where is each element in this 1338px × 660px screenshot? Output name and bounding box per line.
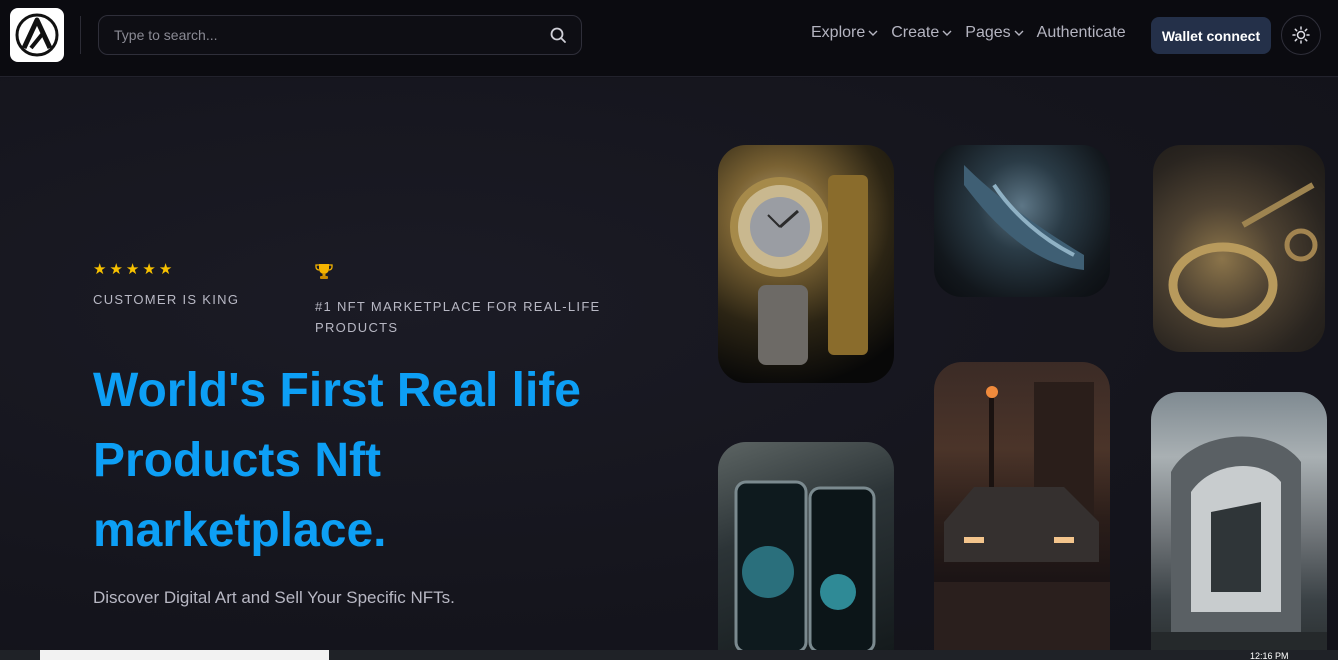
top-header: Explore Create Pages Authenticate Wallet…	[0, 0, 1338, 77]
nav-create[interactable]: Create	[891, 24, 952, 42]
header-divider	[80, 16, 81, 54]
nav-authenticate[interactable]: Authenticate	[1037, 24, 1126, 42]
marketplace-badge: #1 NFT MARKETPLACE FOR REAL-LIFE PRODUCT…	[315, 262, 635, 338]
taskbar-search-area[interactable]	[40, 650, 329, 660]
smartphone-illustration	[734, 480, 876, 652]
search-input[interactable]	[99, 16, 539, 54]
customer-badge: ★ ★ ★ ★ ★ CUSTOMER IS KING	[93, 262, 253, 310]
star-rating-icon: ★ ★ ★ ★ ★	[93, 262, 253, 278]
watch-illustration	[730, 175, 868, 365]
hero-title: World's First Real life Products Nft mar…	[93, 364, 581, 557]
nav-create-label: Create	[891, 24, 940, 41]
nav-pages-label: Pages	[965, 24, 1011, 41]
taskbar-clock: 12:16 PM	[1250, 651, 1289, 660]
logo-icon	[15, 13, 59, 57]
star-icon: ★	[93, 261, 107, 278]
trophy-icon	[315, 264, 333, 279]
sneaker-illustration	[964, 165, 1084, 270]
muscle-car-image[interactable]	[934, 362, 1110, 652]
wallet-connect-button[interactable]: Wallet connect	[1151, 17, 1271, 54]
nav-pages[interactable]: Pages	[965, 24, 1024, 42]
main-nav: Explore Create Pages Authenticate	[811, 24, 1126, 42]
star-icon: ★	[158, 261, 173, 278]
star-icon: ★	[125, 261, 140, 278]
car-illustration	[934, 382, 1110, 652]
theme-toggle-button[interactable]	[1281, 15, 1321, 55]
nav-explore-label: Explore	[811, 24, 866, 41]
smartphone-image[interactable]	[718, 442, 894, 652]
chevron-down-icon	[942, 30, 952, 36]
chevron-down-icon	[868, 30, 878, 36]
luxury-watch-image[interactable]	[718, 145, 894, 383]
marketplace-badge-text: #1 NFT MARKETPLACE FOR REAL-LIFE PRODUCT…	[315, 299, 601, 335]
customer-badge-text: CUSTOMER IS KING	[93, 292, 240, 307]
os-taskbar: 12:16 PM	[0, 650, 1338, 660]
hero-section: ★ ★ ★ ★ ★ CUSTOMER IS KING #1 NFT MARKET…	[0, 78, 1338, 650]
jewelry-illustration	[1168, 182, 1318, 328]
search-box	[98, 15, 582, 55]
search-icon[interactable]	[549, 26, 567, 44]
brand-logo[interactable]	[10, 8, 64, 62]
nav-authenticate-label: Authenticate	[1036, 24, 1126, 41]
modern-building-image[interactable]	[1151, 392, 1327, 652]
hero-subtitle: Discover Digital Art and Sell Your Speci…	[93, 588, 455, 607]
chevron-down-icon	[1014, 30, 1024, 36]
sun-icon	[1292, 26, 1310, 44]
star-icon: ★	[142, 261, 156, 278]
gold-jewelry-image[interactable]	[1153, 145, 1325, 352]
building-illustration	[1151, 436, 1327, 652]
star-icon: ★	[109, 261, 123, 278]
sneaker-image[interactable]	[934, 145, 1110, 297]
nav-explore[interactable]: Explore	[811, 24, 878, 42]
